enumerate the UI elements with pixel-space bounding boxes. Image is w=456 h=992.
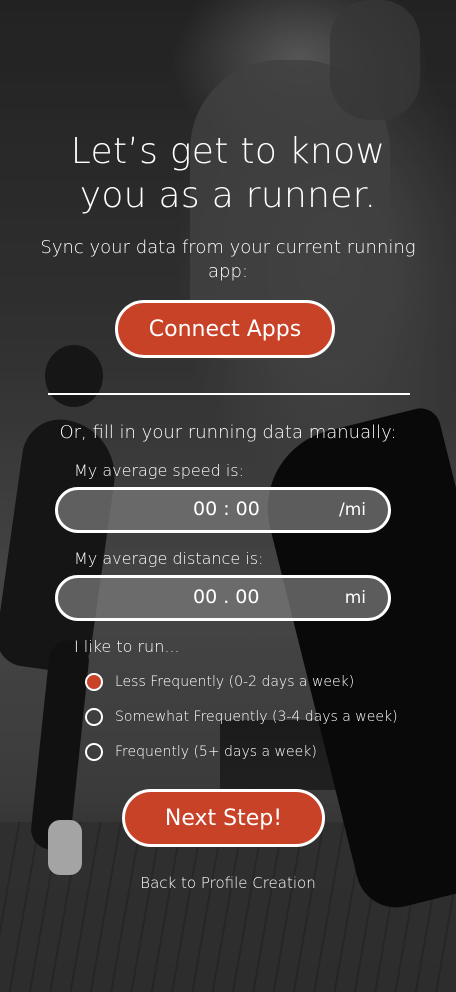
frequency-option-less[interactable]: Less Frequently (0-2 days a week) <box>85 671 354 693</box>
onboarding-screen: Let’s get to know you as a runner. Sync … <box>0 0 456 992</box>
frequency-option-somewhat[interactable]: Somewhat Frequently (3-4 days a week) <box>85 706 398 728</box>
radio-button[interactable] <box>85 743 103 761</box>
frequency-option-label: Less Frequently (0-2 days a week) <box>115 674 355 690</box>
divider <box>48 393 410 395</box>
speed-label: My average speed is: <box>74 461 244 480</box>
next-step-label: Next Step! <box>164 805 283 831</box>
speed-input[interactable]: 00 : 00 /mi <box>55 487 391 533</box>
page-title: Let’s get to know you as a runner. <box>0 130 456 218</box>
frequency-option-label: Frequently (5+ days a week) <box>115 744 317 760</box>
frequency-option-frequent[interactable]: Frequently (5+ days a week) <box>85 741 317 763</box>
frequency-label: I like to run... <box>74 637 180 656</box>
next-step-button[interactable]: Next Step! <box>122 789 325 847</box>
distance-unit: mi <box>344 588 366 608</box>
title-line-1: Let’s get to know <box>70 131 386 172</box>
distance-input[interactable]: 00 . 00 mi <box>55 575 391 621</box>
distance-label: My average distance is: <box>74 549 264 568</box>
radio-button[interactable] <box>85 708 103 726</box>
speed-unit: /mi <box>338 500 366 520</box>
page-subtitle: Sync your data from your current running… <box>40 237 416 282</box>
connect-apps-label: Connect Apps <box>148 316 302 342</box>
frequency-option-label: Somewhat Frequently (3-4 days a week) <box>115 709 398 725</box>
distance-value: 00 . 00 <box>193 586 260 608</box>
connect-apps-button[interactable]: Connect Apps <box>115 300 335 358</box>
manual-heading: Or, fill in your running data manually: <box>59 422 397 443</box>
radio-button-selected[interactable] <box>85 673 103 691</box>
back-to-profile-link[interactable]: Back to Profile Creation <box>0 874 456 892</box>
title-line-2: you as a runner. <box>79 175 377 216</box>
speed-value: 00 : 00 <box>193 498 260 520</box>
